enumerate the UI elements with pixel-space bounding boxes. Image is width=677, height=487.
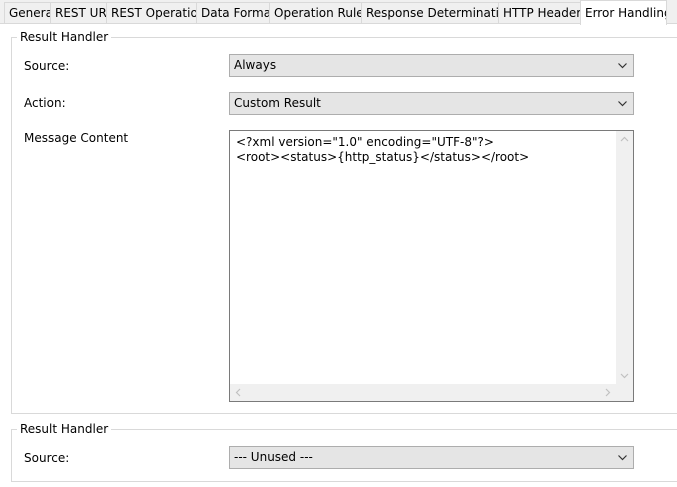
message-content-label: Message Content	[24, 131, 129, 145]
source-value-1: Always	[234, 58, 277, 72]
source-label-2: Source:	[24, 451, 70, 465]
scrollbar-corner	[616, 384, 633, 401]
tab-data-format[interactable]: Data Format	[196, 2, 270, 23]
source-label-1: Source:	[24, 59, 70, 73]
tab-strip-border	[0, 23, 677, 24]
message-content-textarea[interactable]: <?xml version="1.0" encoding="UTF-8"?> <…	[229, 130, 634, 402]
source-dropdown-2[interactable]: --- Unused ---	[229, 446, 634, 469]
tab-rest-url[interactable]: REST URL	[50, 2, 107, 23]
source-value-2: --- Unused ---	[234, 450, 313, 464]
message-content-text: <?xml version="1.0" encoding="UTF-8"?> <…	[236, 135, 530, 164]
tab-error-handling[interactable]: Error Handling	[580, 0, 667, 25]
tab-response-determination[interactable]: Response Determination	[361, 2, 499, 23]
action-label: Action:	[24, 96, 66, 110]
vertical-scrollbar[interactable]	[616, 131, 633, 384]
action-value: Custom Result	[234, 96, 321, 110]
result-handler-title-2: Result Handler	[17, 422, 112, 436]
tab-http-headers[interactable]: HTTP Headers	[498, 2, 581, 23]
scroll-up-arrow-icon[interactable]	[616, 131, 633, 148]
scroll-right-arrow-icon[interactable]	[599, 384, 616, 401]
tab-rest-operation[interactable]: REST Operation	[106, 2, 197, 23]
action-dropdown[interactable]: Custom Result	[229, 92, 634, 115]
horizontal-scrollbar[interactable]	[230, 384, 616, 401]
tab-general[interactable]: General	[4, 2, 51, 23]
chevron-down-icon	[618, 63, 627, 69]
tab-operation-rules[interactable]: Operation Rules	[269, 2, 362, 23]
chevron-down-icon	[618, 101, 627, 107]
tab-strip: General REST URL REST Operation Data For…	[0, 0, 677, 25]
result-handler-title-1: Result Handler	[17, 30, 112, 44]
scroll-left-arrow-icon[interactable]	[230, 384, 247, 401]
source-dropdown-1[interactable]: Always	[229, 54, 634, 77]
scroll-down-arrow-icon[interactable]	[616, 367, 633, 384]
chevron-down-icon	[618, 455, 627, 461]
